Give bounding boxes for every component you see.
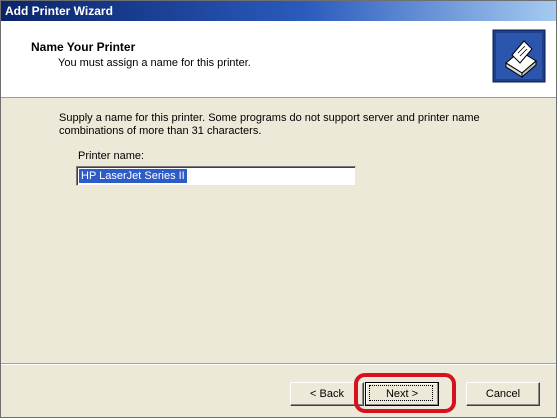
printer-name-label: Printer name: — [78, 150, 145, 162]
description-text: Supply a name for this printer. Some pro… — [59, 112, 480, 137]
title-bar[interactable]: Add Printer Wizard — [1, 1, 556, 21]
printer-icon — [492, 29, 546, 83]
printer-name-value: HP LaserJet Series II — [79, 169, 187, 183]
printer-name-input[interactable]: HP LaserJet Series II — [76, 166, 356, 186]
back-button[interactable]: < Back — [290, 382, 364, 406]
page-title: Name Your Printer — [31, 40, 136, 54]
window-title: Add Printer Wizard — [5, 4, 113, 18]
wizard-body: Supply a name for this printer. Some pro… — [1, 98, 556, 355]
add-printer-wizard-window: Add Printer Wizard Name Your Printer You… — [0, 0, 557, 418]
wizard-header: Name Your Printer You must assign a name… — [1, 21, 556, 98]
next-button-highlight — [354, 373, 456, 413]
page-subtitle: You must assign a name for this printer. — [58, 57, 251, 69]
separator — [1, 363, 556, 365]
cancel-button[interactable]: Cancel — [466, 382, 540, 406]
